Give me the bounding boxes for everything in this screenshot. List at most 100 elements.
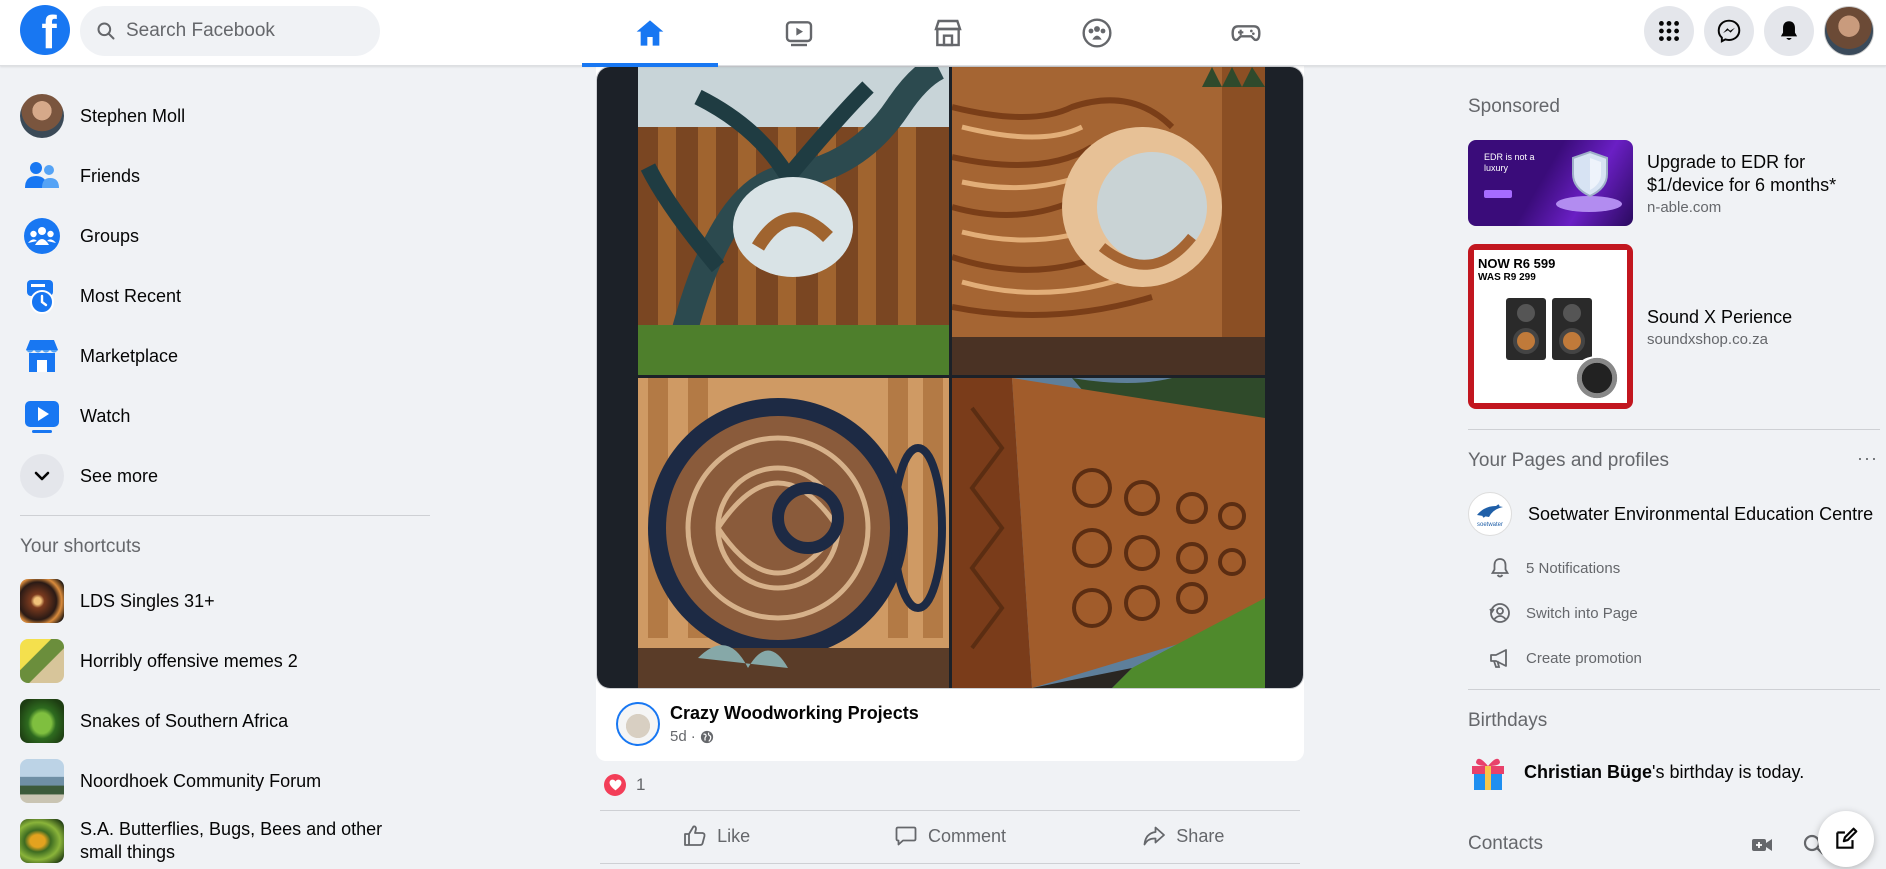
shortcuts-title: Your shortcuts xyxy=(20,536,141,557)
more-options-icon[interactable]: ··· xyxy=(1857,448,1878,469)
ad-thumbnail[interactable]: NOW R6 599 WAS R9 299 xyxy=(1468,244,1633,409)
sponsored-title: Sponsored xyxy=(1468,96,1560,117)
tab-groups[interactable] xyxy=(1029,0,1165,66)
shortcut-thumbnail xyxy=(20,699,64,743)
birthday-item[interactable]: Christian Büge's birthday is today. xyxy=(1468,752,1804,792)
like-button[interactable]: Like xyxy=(600,812,833,860)
notifications-button[interactable] xyxy=(1764,6,1814,56)
compose-icon xyxy=(1836,827,1858,849)
sidebar-item-most-recent[interactable]: Most Recent xyxy=(20,266,440,326)
search-icon xyxy=(97,22,115,40)
shortcut-item[interactable]: Horribly offensive memes 2 xyxy=(20,631,440,691)
image-tile xyxy=(638,378,949,688)
separator-dot: · xyxy=(690,728,696,745)
reaction-count: 1 xyxy=(636,775,646,794)
search-box[interactable] xyxy=(80,6,380,56)
create-promotion-link[interactable]: Create promotion xyxy=(1488,646,1642,670)
megaphone-icon xyxy=(1490,649,1507,668)
birthday-suffix: 's birthday is today. xyxy=(1652,761,1805,782)
facebook-logo[interactable]: f xyxy=(20,5,70,55)
account-avatar[interactable] xyxy=(1824,6,1874,56)
sidebar-item-label: Most Recent xyxy=(80,285,182,306)
sidebar-item-watch[interactable]: Watch xyxy=(20,386,440,446)
sidebar-item-label: Watch xyxy=(80,405,131,426)
page-notifications-link[interactable]: 5 Notifications xyxy=(1488,556,1620,580)
shortcut-label: Noordhoek Community Forum xyxy=(80,770,322,791)
tab-marketplace[interactable] xyxy=(880,0,1016,66)
shortcut-thumbnail xyxy=(20,639,64,683)
contacts-title: Contacts xyxy=(1468,833,1543,854)
shortcut-thumbnail xyxy=(20,579,64,623)
like-label: Like xyxy=(717,825,751,846)
sidebar-item-label: See more xyxy=(80,465,159,486)
image-tile xyxy=(952,378,1265,688)
switch-into-page-link[interactable]: Switch into Page xyxy=(1488,601,1638,625)
sponsored-ad[interactable]: EDR is not a luxury Upgrade to EDR for $… xyxy=(1468,140,1886,226)
thumbs-up-icon xyxy=(684,825,706,846)
subitem-label: Switch into Page xyxy=(1526,604,1638,622)
divider xyxy=(600,863,1300,864)
ad-title: Sound X Perience xyxy=(1647,306,1793,327)
divider xyxy=(600,810,1300,811)
shortcut-item[interactable]: Snakes of Southern Africa xyxy=(20,691,440,751)
birthday-name[interactable]: Christian Büge xyxy=(1524,762,1652,782)
shortcut-item[interactable]: Noordhoek Community Forum xyxy=(20,751,440,811)
main-nav xyxy=(582,0,1327,67)
reaction-summary[interactable]: 1 xyxy=(604,774,645,796)
post-time[interactable]: 5d xyxy=(670,728,687,745)
gaming-icon xyxy=(1231,25,1261,42)
speaker-image xyxy=(1552,298,1592,360)
share-button[interactable]: Share xyxy=(1067,812,1300,860)
shared-post-frame[interactable] xyxy=(596,66,1304,689)
shared-page-header[interactable]: Crazy Woodworking Projects 5d · xyxy=(616,702,919,746)
shortcut-item[interactable]: S.A. Butterflies, Bugs, Bees and other s… xyxy=(20,811,440,869)
tab-gaming[interactable] xyxy=(1178,0,1314,66)
comment-icon xyxy=(895,826,917,846)
friends-icon xyxy=(25,162,59,188)
shortcut-label: Snakes of Southern Africa xyxy=(80,710,289,731)
comment-button[interactable]: Comment xyxy=(833,812,1066,860)
globe-icon xyxy=(700,730,713,743)
right-nav xyxy=(1644,6,1874,56)
shortcut-item[interactable]: LDS Singles 31+ xyxy=(20,571,440,631)
page-name[interactable]: Crazy Woodworking Projects xyxy=(670,703,919,724)
gift-icon xyxy=(1472,758,1504,790)
shortcut-thumbnail xyxy=(20,759,64,803)
page-logo: soetwater xyxy=(1468,492,1512,536)
sidebar-item-friends[interactable]: Friends xyxy=(20,146,440,206)
sidebar-item-marketplace[interactable]: Marketplace xyxy=(20,326,440,386)
marketplace-icon xyxy=(934,19,962,47)
sidebar-item-profile[interactable]: Stephen Moll xyxy=(20,86,440,146)
tab-watch[interactable] xyxy=(731,0,867,66)
post-actions: Like Comment Share xyxy=(600,812,1300,860)
birthday-text: Christian Büge's birthday is today. xyxy=(1524,762,1804,783)
share-icon xyxy=(1143,826,1166,846)
most-recent-icon xyxy=(27,280,54,314)
messenger-icon xyxy=(1717,19,1741,43)
sidebar-item-label: Marketplace xyxy=(80,345,179,366)
page-logo-text: soetwater xyxy=(1477,522,1503,528)
groups-icon xyxy=(24,218,60,254)
sidebar-item-groups[interactable]: Groups xyxy=(20,206,440,266)
bell-icon xyxy=(1780,21,1798,40)
bell-icon xyxy=(1490,558,1510,578)
messenger-button[interactable] xyxy=(1704,6,1754,56)
ad-domain: soundxshop.co.za xyxy=(1647,330,1768,348)
divider xyxy=(1468,689,1880,690)
search-input[interactable] xyxy=(126,20,356,42)
ad-price-was: WAS R9 299 xyxy=(1478,272,1536,283)
divider xyxy=(1468,429,1880,430)
page-item[interactable]: soetwater Soetwater Environmental Educat… xyxy=(1468,492,1873,536)
post-image[interactable] xyxy=(597,67,1303,688)
shortcut-label: Horribly offensive memes 2 xyxy=(80,650,298,671)
see-more-button[interactable]: See more xyxy=(20,446,440,506)
sidebar-item-label: Groups xyxy=(80,225,140,246)
sponsored-ad[interactable]: NOW R6 599 WAS R9 299 Sound X Perience s… xyxy=(1468,244,1792,409)
new-message-button[interactable] xyxy=(1818,811,1874,867)
ad-thumbnail[interactable]: EDR is not a luxury xyxy=(1468,140,1633,226)
new-room-icon[interactable] xyxy=(1750,833,1774,857)
tab-home[interactable] xyxy=(582,0,718,67)
page-avatar[interactable] xyxy=(616,702,660,746)
image-tile xyxy=(638,67,949,375)
menu-button[interactable] xyxy=(1644,6,1694,56)
